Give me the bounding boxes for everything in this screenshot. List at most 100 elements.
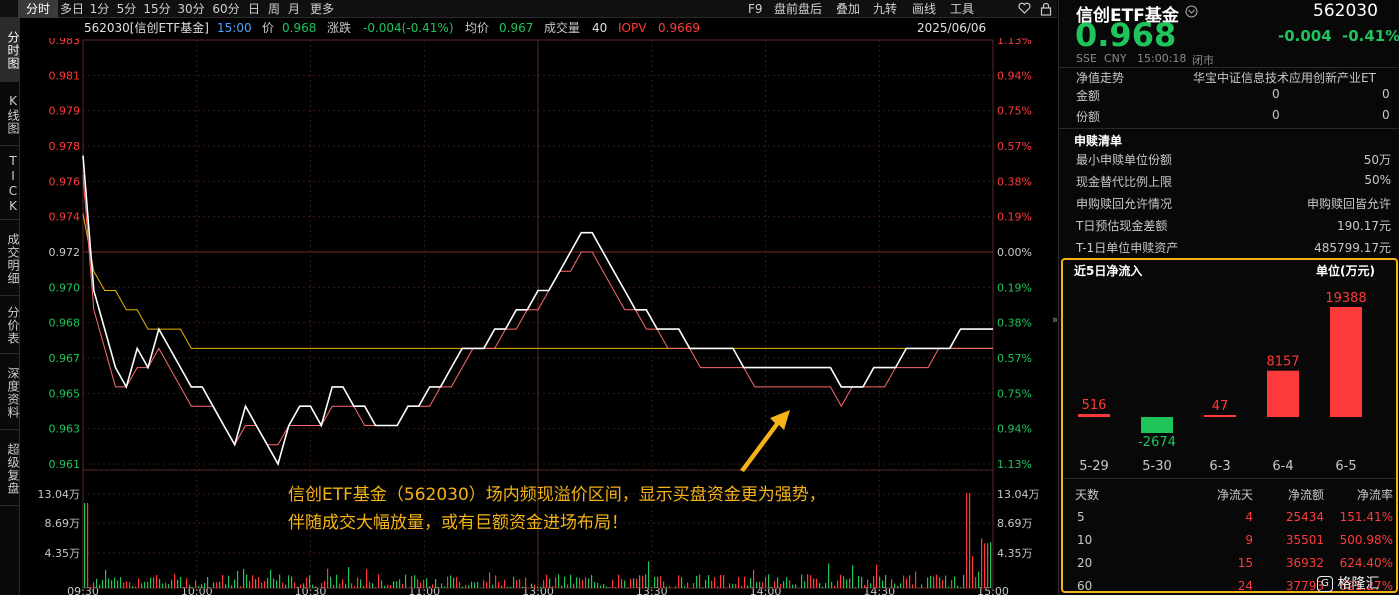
tool-4[interactable]: 画线 bbox=[912, 0, 936, 18]
volume-bar bbox=[744, 576, 746, 588]
volume-bar bbox=[399, 579, 401, 588]
volume-bar bbox=[360, 579, 362, 588]
volume-bar bbox=[348, 567, 350, 588]
volume-bar bbox=[96, 578, 98, 588]
view-tab-0[interactable]: 分时图 bbox=[0, 18, 20, 82]
volume-tick-label: 4.35万 bbox=[997, 547, 1033, 560]
volume-bar bbox=[147, 581, 149, 588]
volume-bar bbox=[285, 584, 287, 588]
volume-bar bbox=[843, 576, 845, 588]
tool-3[interactable]: 九转 bbox=[873, 0, 897, 18]
volume-bar bbox=[627, 587, 629, 588]
volume-bar bbox=[291, 576, 293, 588]
flow-bar bbox=[1078, 414, 1110, 417]
quote-currency: CNY bbox=[1104, 52, 1127, 65]
volume-bar bbox=[150, 577, 152, 588]
quote-info-row: 562030[信创ETF基金] 15:00 价 0.968 涨跌 -0.004(… bbox=[20, 18, 1057, 38]
price-tick-label: 0.961 bbox=[49, 458, 81, 471]
tool-0[interactable]: F9 bbox=[748, 0, 763, 18]
period-tab-8[interactable]: 周 bbox=[264, 0, 284, 18]
volume-bar bbox=[612, 579, 614, 588]
volume-bar bbox=[831, 582, 833, 588]
volume-bar bbox=[579, 578, 581, 588]
heart-icon[interactable] bbox=[1018, 2, 1031, 16]
volume-bar bbox=[963, 574, 965, 588]
volume-bar bbox=[666, 586, 668, 588]
nav-title[interactable]: 净值走势 bbox=[1076, 69, 1124, 86]
flow-date-label: 5-30 bbox=[1142, 459, 1172, 474]
volume-bar bbox=[288, 575, 290, 588]
pct-tick-label: 0.75% bbox=[997, 387, 1032, 400]
volume-bar bbox=[207, 576, 209, 588]
volume-bar bbox=[834, 585, 836, 588]
volume-bar bbox=[390, 584, 392, 588]
flow-bar-label: 8157 bbox=[1266, 355, 1299, 370]
volume-bar bbox=[609, 587, 611, 588]
watermark-logo-icon: G bbox=[1317, 576, 1333, 592]
period-tab-2[interactable]: 1分 bbox=[86, 0, 113, 18]
volume-bar bbox=[330, 576, 332, 588]
period-tab-9[interactable]: 月 bbox=[284, 0, 304, 18]
volume-bar bbox=[582, 580, 584, 588]
watermark-text: 格隆汇 bbox=[1337, 576, 1380, 592]
flow-bar-label: 19388 bbox=[1325, 291, 1366, 306]
volume-bar bbox=[501, 585, 503, 588]
view-tab-1[interactable]: K线图 bbox=[0, 82, 20, 146]
period-tab-5[interactable]: 30分 bbox=[174, 0, 208, 18]
volume-bar bbox=[309, 575, 311, 588]
volume-bar bbox=[702, 587, 704, 588]
volume-bar bbox=[876, 564, 878, 588]
volume-bar bbox=[237, 570, 239, 588]
tool-5[interactable]: 工具 bbox=[950, 0, 974, 18]
view-tab-2[interactable]: TICK bbox=[0, 146, 20, 220]
flow-table-cell: 9 bbox=[1245, 533, 1253, 547]
period-tab-4[interactable]: 15分 bbox=[140, 0, 174, 18]
quote-code: 562030 bbox=[1313, 1, 1378, 21]
volume-bar bbox=[354, 586, 356, 588]
intraday-chart[interactable]: 0.983 1.13% 0.981 0.94% 0.979 0.75% 0.978 0.57%… bbox=[20, 38, 1058, 595]
volume-bar bbox=[228, 575, 230, 588]
pct-tick-label: 0.94% bbox=[997, 69, 1032, 82]
volume-tick-label: 8.69万 bbox=[45, 517, 81, 530]
volume-bar bbox=[906, 578, 908, 588]
volume-bar bbox=[750, 578, 752, 588]
volume-bar bbox=[339, 583, 341, 588]
lock-icon[interactable] bbox=[1040, 2, 1052, 16]
volume-bar bbox=[597, 582, 599, 588]
volume-bar bbox=[792, 584, 794, 588]
volume-bar bbox=[369, 581, 371, 588]
volume-bar bbox=[840, 574, 842, 588]
flow-table-cell: 60 bbox=[1077, 579, 1093, 593]
volume-bar bbox=[513, 576, 515, 588]
period-tab-3[interactable]: 5分 bbox=[113, 0, 140, 18]
period-tab-1[interactable]: 多日 bbox=[58, 0, 86, 18]
pct-tick-label: 0.75% bbox=[997, 105, 1032, 118]
flow-date-label: 5-29 bbox=[1079, 459, 1109, 474]
subscription-row-label: 现金替代比例上限 bbox=[1076, 175, 1173, 189]
volume-bar bbox=[417, 579, 419, 588]
volume-bar bbox=[471, 581, 473, 588]
flow-table-cell: 10 bbox=[1077, 533, 1093, 547]
nav-row-value2: 0 bbox=[1382, 87, 1390, 101]
period-tab-7[interactable]: 日 bbox=[244, 0, 264, 18]
volume-bar bbox=[312, 584, 314, 588]
tool-2[interactable]: 叠加 bbox=[836, 0, 860, 18]
volume-bar bbox=[105, 569, 107, 588]
period-tab-0[interactable]: 分时 bbox=[18, 0, 58, 18]
volume-bar bbox=[396, 581, 398, 588]
settings-icon[interactable] bbox=[1185, 5, 1198, 21]
view-tab-6[interactable]: 超级复盘 bbox=[0, 430, 20, 506]
volume-bar bbox=[813, 578, 815, 588]
period-tab-6[interactable]: 60分 bbox=[208, 0, 244, 18]
volume-bar bbox=[687, 582, 689, 588]
view-tab-5[interactable]: 深度资料 bbox=[0, 354, 20, 430]
volume-bar bbox=[195, 580, 197, 588]
volume-bar bbox=[972, 556, 974, 588]
volume-bar bbox=[624, 580, 626, 588]
view-tab-3[interactable]: 成交明细 bbox=[0, 220, 20, 296]
view-tab-4[interactable]: 分价表 bbox=[0, 296, 20, 354]
volume-bar bbox=[669, 586, 671, 588]
volume-bar bbox=[468, 585, 470, 588]
period-tab-10[interactable]: 更多 bbox=[304, 0, 340, 18]
tool-1[interactable]: 盘前盘后 bbox=[774, 0, 822, 18]
